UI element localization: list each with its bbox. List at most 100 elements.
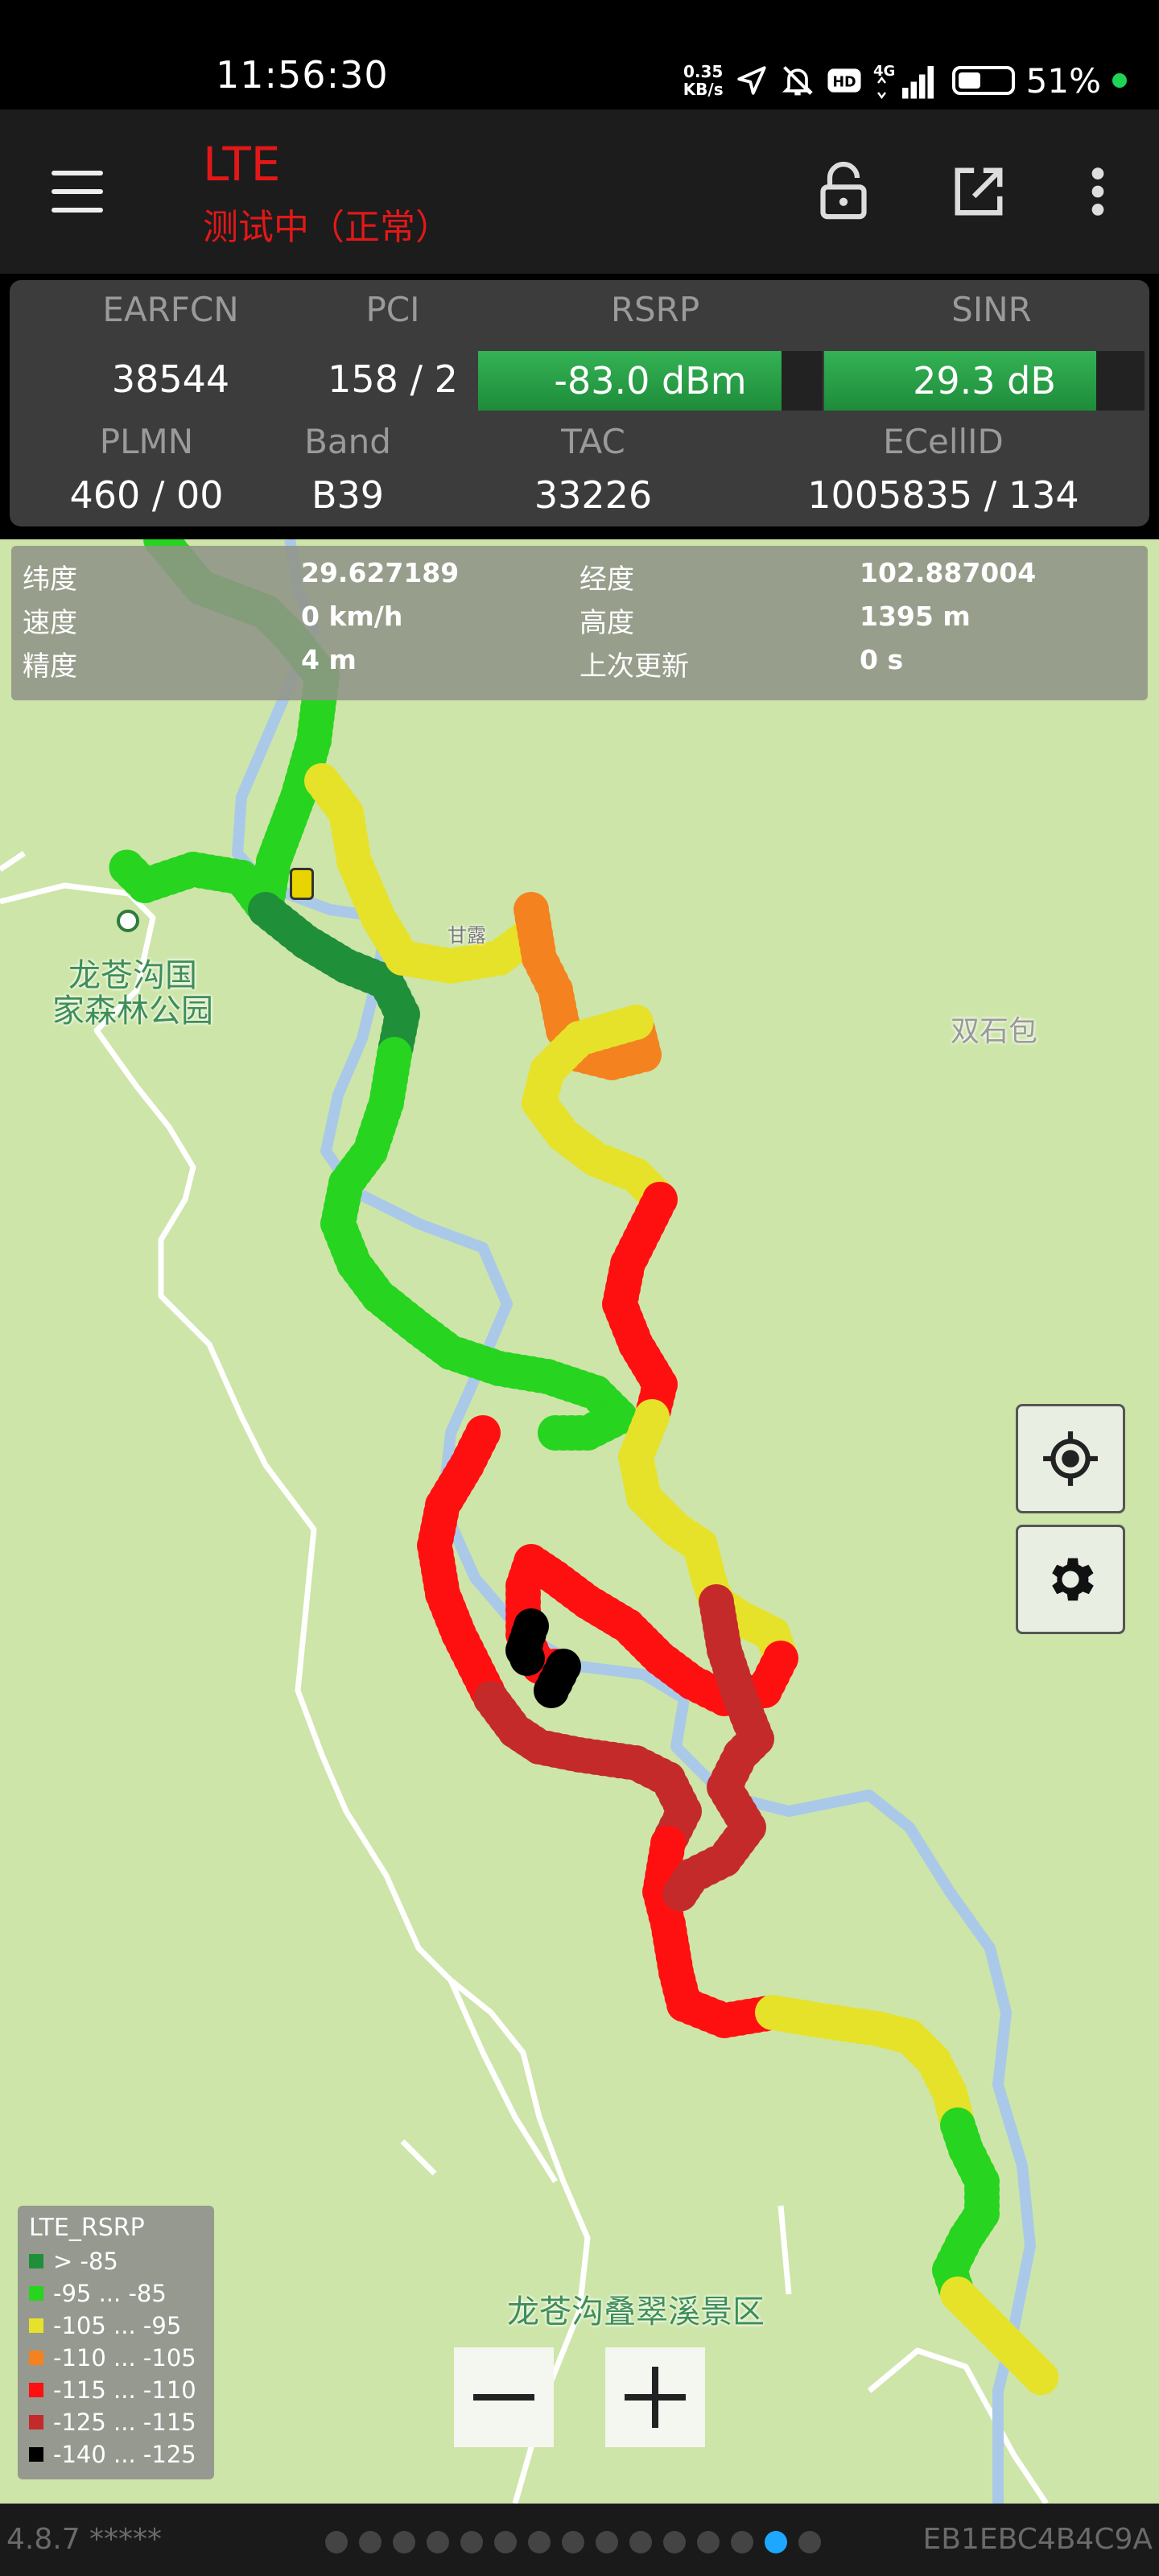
tac-label: TAC (561, 422, 625, 461)
page-dot[interactable] (427, 2531, 449, 2553)
legend-swatch (29, 2447, 43, 2462)
page-dot[interactable] (494, 2531, 517, 2553)
bottom-bar: 4.8.7 ***** EB1EBC4B4C9A (0, 2504, 1159, 2576)
legend-swatch (29, 2383, 43, 2397)
zoom-out-button[interactable] (454, 2347, 554, 2447)
more-vert-icon[interactable] (1058, 151, 1138, 232)
page-dot[interactable] (765, 2531, 787, 2553)
battery-icon (951, 66, 1015, 95)
location-arrow-icon (735, 64, 769, 97)
app-bar: LTE 测试中（正常） (0, 109, 1159, 274)
legend-swatch (29, 2286, 43, 2301)
drive-test-map[interactable]: 纬度 29.627189 经度 102.887004 速度 0 km/h 高度 … (0, 539, 1159, 2504)
settings-icon[interactable] (1016, 1525, 1125, 1634)
pci-label: PCI (365, 290, 420, 329)
route-sample-point (109, 849, 145, 886)
ecellid-label: ECellID (883, 422, 1004, 461)
poi-marker-icon (117, 910, 139, 932)
app-version: 4.8.7 ***** (6, 2523, 163, 2556)
network-speed: 0.35 KB/s (683, 62, 724, 99)
latitude-value: 29.627189 (301, 557, 460, 588)
page-dot[interactable] (460, 2531, 483, 2553)
page-dot[interactable] (697, 2531, 720, 2553)
accuracy-label: 精度 (23, 650, 77, 683)
cell-info-panel: EARFCN 38544 PCI 158 / 2 RSRP -83.0 dBm … (10, 280, 1149, 526)
signal-icon: 4G (873, 61, 941, 100)
ecellid-value: 1005835 / 134 (807, 473, 1079, 517)
place-label-scenic-area: 龙苍沟叠翠溪景区 (507, 2293, 765, 2330)
rsrp-legend: LTE_RSRP > -85 -95 ... -85 -105 ... -95 -11… (18, 2206, 214, 2479)
page-indicator[interactable] (325, 2531, 821, 2553)
page-dot[interactable] (528, 2531, 551, 2553)
test-status: 测试中（正常） (203, 207, 451, 248)
legend-title: LTE_RSRP (29, 2214, 145, 2242)
sinr-label: SINR (951, 290, 1032, 329)
tac-value: 33226 (534, 473, 653, 517)
earfcn-label: EARFCN (102, 290, 239, 329)
accuracy-value: 4 m (301, 644, 357, 675)
page-dot[interactable] (359, 2531, 382, 2553)
page-dot[interactable] (393, 2531, 415, 2553)
battery-percent: 51% (1025, 60, 1101, 101)
page-dot[interactable] (663, 2531, 686, 2553)
legend-swatch (29, 2415, 43, 2429)
legend-item: -140 ... -125 (29, 2439, 196, 2470)
rsrp-label: RSRP (610, 290, 700, 329)
rsrp-meter: -83.0 dBm (478, 351, 823, 411)
device-id: EB1EBC4B4C9A (922, 2523, 1153, 2556)
legend-label: -105 ... -95 (53, 2312, 182, 2339)
current-position-marker-icon (290, 868, 314, 900)
legend-swatch (29, 2254, 43, 2268)
legend-label: > -85 (53, 2248, 118, 2275)
route-sample-point (534, 1673, 569, 1708)
external-link-icon[interactable] (938, 151, 1019, 232)
altitude-value: 1395 m (860, 601, 971, 632)
plmn-value: 460 / 00 (69, 473, 224, 517)
route-sample-point (538, 1415, 573, 1451)
latitude-label: 纬度 (23, 564, 77, 596)
rsrp-route-track (109, 539, 1059, 2396)
legend-label: -125 ... -115 (53, 2409, 196, 2436)
rsrp-value: -83.0 dBm (554, 359, 747, 402)
zoom-in-button[interactable] (605, 2347, 705, 2447)
page-dot[interactable] (325, 2531, 348, 2553)
earfcn-value: 38544 (111, 357, 230, 401)
sinr-value: 29.3 dB (913, 359, 1056, 402)
speed-value: 0 km/h (301, 601, 403, 632)
lock-open-icon[interactable] (803, 151, 884, 232)
legend-label: -115 ... -110 (53, 2376, 196, 2404)
page-dot[interactable] (562, 2531, 584, 2553)
app-title: LTE (203, 137, 281, 192)
legend-item: -125 ... -115 (29, 2407, 196, 2438)
longitude-label: 经度 (580, 564, 634, 596)
legend-item: > -85 (29, 2246, 118, 2277)
svg-text:HD: HD (832, 74, 856, 90)
legend-label: -110 ... -105 (53, 2344, 196, 2372)
menu-icon[interactable] (45, 166, 109, 217)
status-time: 11:56:30 (216, 53, 389, 97)
status-bar: 11:56:30 0.35 KB/s HD 4G 51% (0, 0, 1159, 109)
page-dot[interactable] (629, 2531, 652, 2553)
legend-item: -105 ... -95 (29, 2310, 181, 2341)
route-sample-point (662, 1876, 698, 1912)
page-dot[interactable] (596, 2531, 618, 2553)
legend-item: -115 ... -110 (29, 2375, 196, 2405)
bell-off-icon (780, 63, 815, 98)
privacy-indicator-dot (1112, 73, 1127, 88)
legend-item: -95 ... -85 (29, 2278, 167, 2309)
hd-icon: HD (827, 67, 862, 94)
legend-swatch (29, 2351, 43, 2365)
page-dot[interactable] (731, 2531, 753, 2553)
legend-label: -140 ... -125 (53, 2441, 196, 2468)
band-label: Band (304, 422, 391, 461)
pci-value: 158 / 2 (328, 357, 458, 401)
sinr-meter: 29.3 dB (824, 351, 1145, 411)
longitude-value: 102.887004 (860, 557, 1037, 588)
page-dot[interactable] (798, 2531, 821, 2553)
place-label-ganlu: 甘露 (448, 924, 486, 947)
my-location-icon[interactable] (1016, 1404, 1125, 1513)
route-sample-point (1023, 2359, 1059, 2396)
speed-label: 速度 (23, 607, 77, 639)
altitude-label: 高度 (580, 607, 634, 639)
status-icons: 0.35 KB/s HD 4G 51% (683, 56, 1127, 105)
